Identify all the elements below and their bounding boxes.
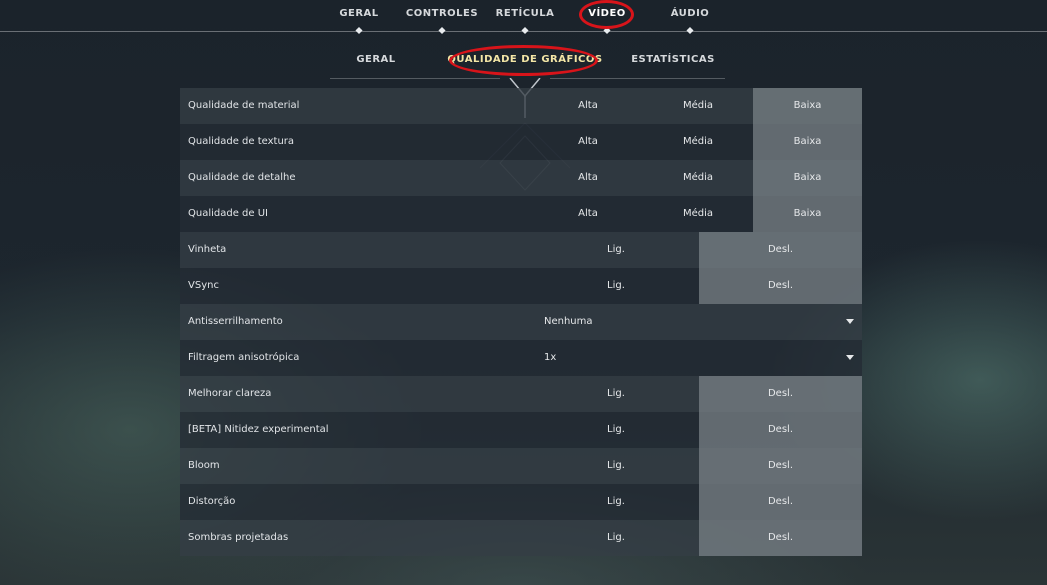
setting-label: Qualidade de material (188, 100, 300, 111)
graphics-subtab-highlight-circle (449, 45, 598, 76)
setting-row-vignette: Vinheta Lig. Desl. (180, 232, 862, 268)
setting-row-anti-aliasing: Antisserrilhamento Nenhuma (180, 304, 862, 340)
option-lig[interactable]: Lig. (533, 448, 699, 484)
setting-label: Qualidade de UI (188, 208, 268, 219)
subtab-estatisticas[interactable]: ESTATÍSTICAS (631, 54, 715, 65)
anti-aliasing-dropdown[interactable]: Nenhuma (533, 304, 862, 340)
setting-row-detail-quality: Qualidade de detalhe Alta Média Baixa (180, 160, 862, 196)
tab-geral[interactable]: GERAL (339, 8, 378, 19)
dropdown-value: 1x (544, 352, 557, 363)
option-desl-selected[interactable]: Desl. (699, 268, 862, 304)
subtab-geral[interactable]: GERAL (356, 54, 395, 65)
setting-label: Antisserrilhamento (188, 316, 283, 327)
setting-row-experimental-sharpening: [BETA] Nitidez experimental Lig. Desl. (180, 412, 862, 448)
option-alta[interactable]: Alta (533, 196, 643, 232)
option-lig[interactable]: Lig. (533, 484, 699, 520)
tab-marker (686, 26, 694, 35)
option-lig[interactable]: Lig. (533, 412, 699, 448)
graphics-settings-list: Qualidade de material Alta Média Baixa Q… (180, 88, 862, 556)
tab-audio[interactable]: ÁUDIO (671, 8, 710, 19)
option-lig[interactable]: Lig. (533, 268, 699, 304)
setting-label: Sombras projetadas (188, 532, 289, 543)
setting-label: [BETA] Nitidez experimental (188, 424, 329, 435)
setting-row-cast-shadows: Sombras projetadas Lig. Desl. (180, 520, 862, 556)
option-desl-selected[interactable]: Desl. (699, 520, 862, 556)
option-alta[interactable]: Alta (533, 160, 643, 196)
option-alta[interactable]: Alta (533, 88, 643, 124)
anisotropic-filtering-dropdown[interactable]: 1x (533, 340, 862, 376)
option-lig[interactable]: Lig. (533, 232, 699, 268)
setting-row-bloom: Bloom Lig. Desl. (180, 448, 862, 484)
top-nav: GERAL CONTROLES RETÍCULA VÍDEO ÁUDIO (0, 0, 1047, 35)
dropdown-value: Nenhuma (544, 316, 593, 327)
setting-row-texture-quality: Qualidade de textura Alta Média Baixa (180, 124, 862, 160)
setting-label: Bloom (188, 460, 220, 471)
video-tab-highlight-circle (579, 0, 634, 29)
option-baixa-selected[interactable]: Baixa (753, 160, 862, 196)
option-baixa-selected[interactable]: Baixa (753, 88, 862, 124)
tab-reticula[interactable]: RETÍCULA (496, 8, 555, 19)
setting-label: Distorção (188, 496, 236, 507)
setting-row-vsync: VSync Lig. Desl. (180, 268, 862, 304)
setting-label: Melhorar clareza (188, 388, 272, 399)
option-baixa-selected[interactable]: Baixa (753, 124, 862, 160)
setting-row-ui-quality: Qualidade de UI Alta Média Baixa (180, 196, 862, 232)
setting-label: VSync (188, 280, 219, 291)
setting-label: Filtragem anisotrópica (188, 352, 300, 363)
option-media[interactable]: Média (643, 160, 753, 196)
caret-down-icon (846, 319, 854, 324)
option-desl-selected[interactable]: Desl. (699, 484, 862, 520)
setting-label: Qualidade de detalhe (188, 172, 296, 183)
option-desl-selected[interactable]: Desl. (699, 412, 862, 448)
option-alta[interactable]: Alta (533, 124, 643, 160)
option-media[interactable]: Média (643, 88, 753, 124)
option-baixa-selected[interactable]: Baixa (753, 196, 862, 232)
caret-down-icon (846, 355, 854, 360)
tab-marker (438, 26, 446, 35)
setting-row-material-quality: Qualidade de material Alta Média Baixa (180, 88, 862, 124)
tab-marker (355, 26, 363, 35)
option-lig[interactable]: Lig. (533, 376, 699, 412)
setting-row-improve-clarity: Melhorar clareza Lig. Desl. (180, 376, 862, 412)
tab-controles[interactable]: CONTROLES (406, 8, 478, 19)
tab-marker (521, 26, 529, 35)
setting-label: Qualidade de textura (188, 136, 295, 147)
option-desl-selected[interactable]: Desl. (699, 448, 862, 484)
option-desl-selected[interactable]: Desl. (699, 232, 862, 268)
option-media[interactable]: Média (643, 124, 753, 160)
setting-label: Vinheta (188, 244, 227, 255)
option-desl-selected[interactable]: Desl. (699, 376, 862, 412)
option-media[interactable]: Média (643, 196, 753, 232)
setting-row-anisotropic-filtering: Filtragem anisotrópica 1x (180, 340, 862, 376)
option-lig[interactable]: Lig. (533, 520, 699, 556)
setting-row-distortion: Distorção Lig. Desl. (180, 484, 862, 520)
